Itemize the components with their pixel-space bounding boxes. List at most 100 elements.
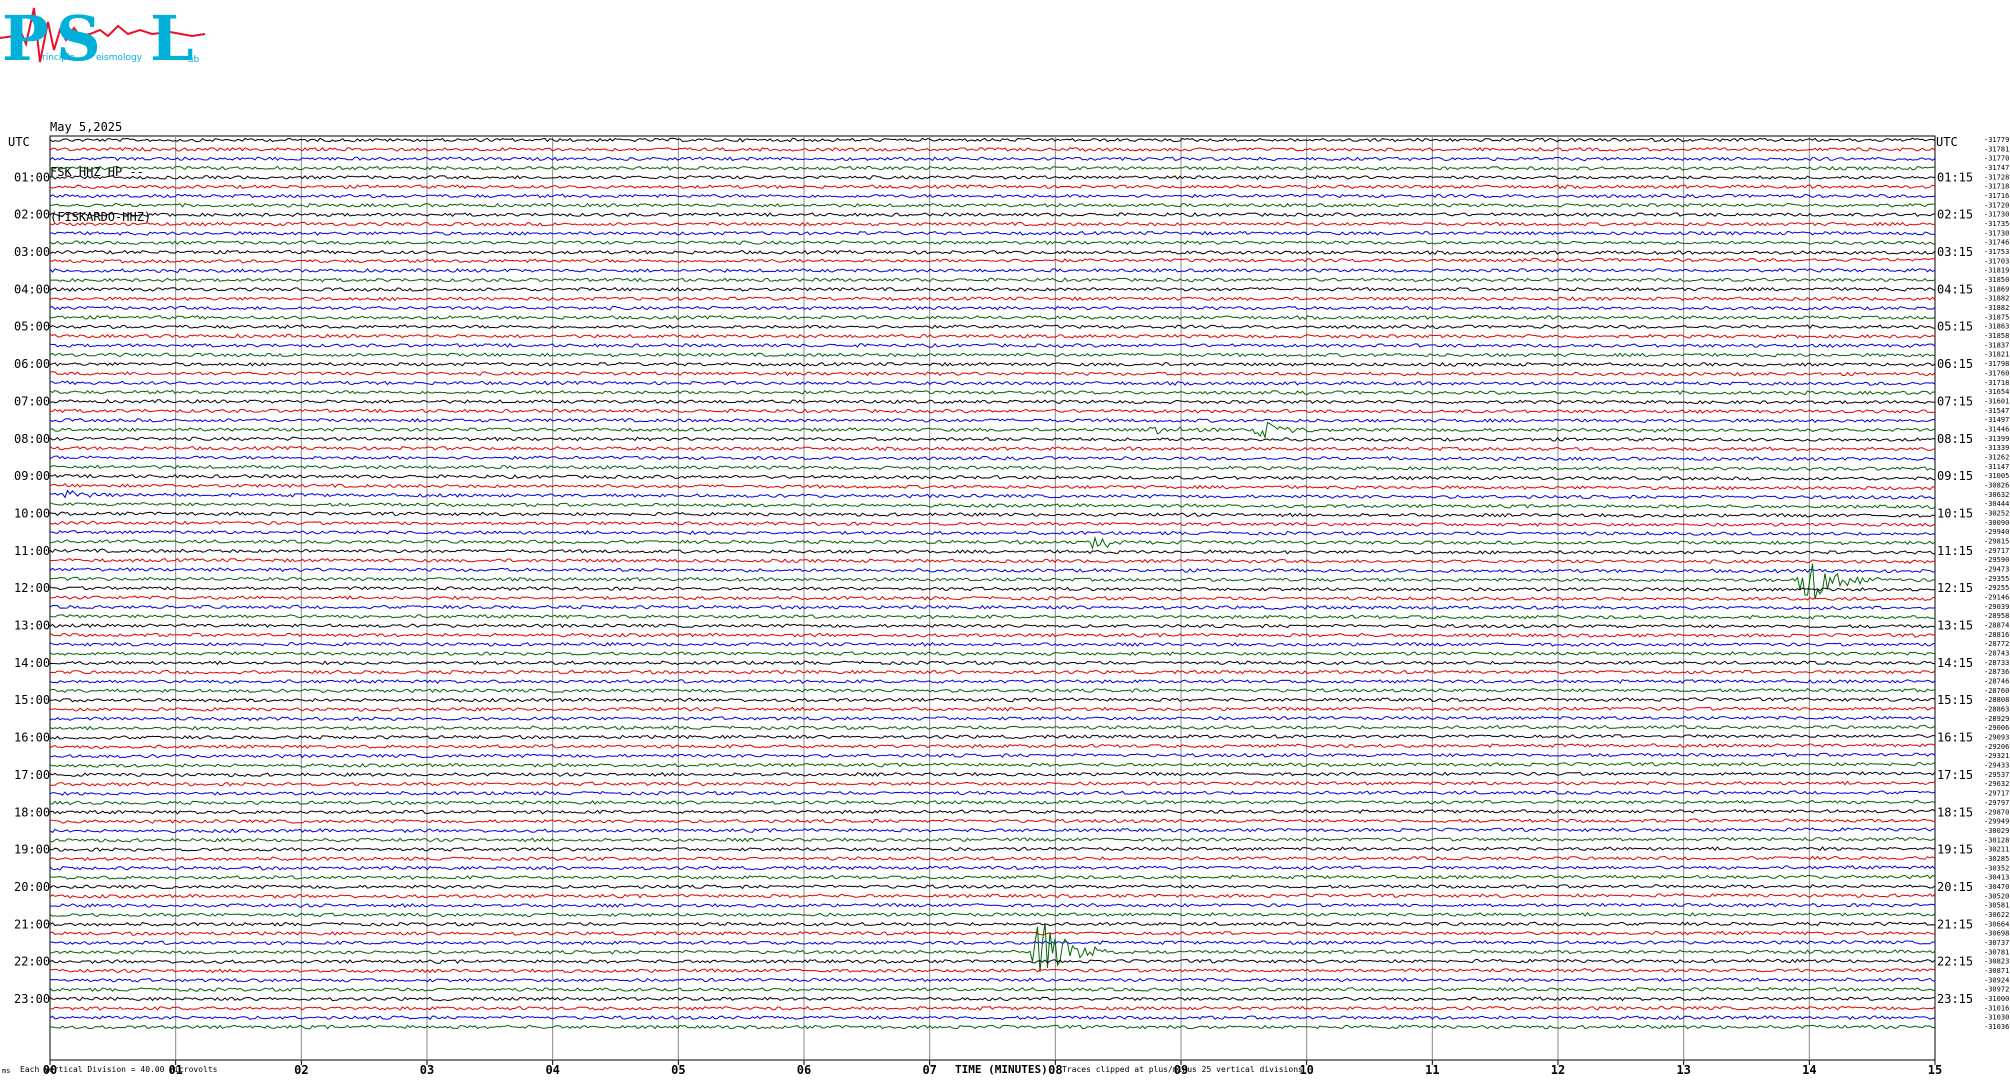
right-hour-label: 07:15 xyxy=(1937,394,1973,408)
x-axis-tick-label: 02 xyxy=(294,1063,308,1077)
seismogram-trace xyxy=(49,193,1936,199)
seismogram-trace xyxy=(49,706,1936,712)
trace-offset-value: -30826 xyxy=(1984,481,2009,489)
trace-offset-value: -30924 xyxy=(1984,976,2009,984)
x-axis-tick-label: 14 xyxy=(1802,1063,1816,1077)
seismogram-trace xyxy=(49,771,1936,778)
trace-offset-value: -31837 xyxy=(1984,341,2009,349)
right-hour-label: 11:15 xyxy=(1937,544,1973,558)
trace-offset-value: -31819 xyxy=(1984,267,2009,275)
seismogram-trace xyxy=(49,548,1936,555)
seismogram-trace xyxy=(49,296,1936,302)
seismogram-trace xyxy=(49,761,1936,768)
seismogram-trace xyxy=(49,398,1936,405)
seismogram-trace xyxy=(49,790,1936,796)
trace-offset-value: -30632 xyxy=(1984,491,2009,499)
trace-offset-value: -29632 xyxy=(1984,780,2009,788)
seismogram-trace xyxy=(49,202,1936,208)
right-hour-label: 01:15 xyxy=(1937,170,1973,184)
seismogram-trace xyxy=(49,586,1936,592)
seismogram-trace xyxy=(49,818,1935,824)
trace-offset-value: -31753 xyxy=(1984,248,2009,256)
trace-offset-value: -28863 xyxy=(1984,706,2009,714)
trace-offset-value: -29537 xyxy=(1984,771,2009,779)
left-hour-label: 11:00 xyxy=(14,544,50,558)
trace-offset-value: -28733 xyxy=(1984,659,2009,667)
left-hour-label: 16:00 xyxy=(14,731,50,745)
trace-offset-value: -31718 xyxy=(1984,183,2009,191)
x-axis-tick-label: 13 xyxy=(1676,1063,1690,1077)
trace-offset-value: -31875 xyxy=(1984,313,2009,321)
seismogram-trace xyxy=(49,623,1936,629)
vertical-division-note: Each Vertical Division = 40.00 microvolt… xyxy=(20,1065,218,1074)
left-hour-label: 08:00 xyxy=(14,432,50,446)
seismogram-trace xyxy=(49,902,1936,908)
trace-offset-value: -30972 xyxy=(1984,986,2009,994)
seismogram-trace xyxy=(49,1015,1936,1021)
seismogram-trace xyxy=(49,1024,1936,1030)
trace-offset-value: -30285 xyxy=(1984,855,2009,863)
seismogram-trace xyxy=(49,535,1936,550)
seismogram-trace xyxy=(49,752,1936,759)
seismogram-trace xyxy=(49,660,1936,666)
left-hour-label: 21:00 xyxy=(14,917,50,931)
seismogram-trace xyxy=(49,464,1936,471)
trace-offset-value: -31850 xyxy=(1984,276,2009,284)
seismogram-trace xyxy=(49,483,1936,491)
trace-offset-value: -28958 xyxy=(1984,612,2009,620)
x-axis-tick-label: 05 xyxy=(671,1063,685,1077)
seismogram-trace xyxy=(49,921,1936,927)
trace-offset-value: -31339 xyxy=(1984,444,2009,452)
right-hour-label: 03:15 xyxy=(1937,245,1973,259)
footer-prefix: ms xyxy=(2,1067,10,1075)
seismogram-trace xyxy=(49,780,1936,787)
left-hour-label: 02:00 xyxy=(14,208,50,222)
trace-offset-value: -30781 xyxy=(1984,948,2009,956)
trace-offset-value: -31781 xyxy=(1984,145,2009,153)
right-hour-label: 23:15 xyxy=(1937,992,1973,1006)
seismogram-trace xyxy=(49,968,1936,974)
trace-offset-value: -29093 xyxy=(1984,734,2009,742)
trace-offset-value: -31030 xyxy=(1984,1014,2009,1022)
trace-offset-value: -29255 xyxy=(1984,584,2009,592)
trace-offset-value: -30444 xyxy=(1984,500,2009,508)
seismogram-trace xyxy=(49,940,1936,946)
trace-offset-value: -30823 xyxy=(1984,958,2009,966)
trace-offset-value: -31446 xyxy=(1984,425,2009,433)
right-hour-label: 14:15 xyxy=(1937,656,1973,670)
trace-offset-value: -31770 xyxy=(1984,155,2009,163)
trace-offset-value: -29355 xyxy=(1984,575,2009,583)
trace-offset-value: -29433 xyxy=(1984,762,2009,770)
trace-offset-value: -31747 xyxy=(1984,164,2009,172)
trace-offset-value: -31147 xyxy=(1984,463,2009,471)
helicorder-plot: UTC 01:00 02:00 03:00 04:00 05:00 06:00 07:00 08… xyxy=(2,135,2009,1077)
seismogram-trace xyxy=(49,445,1936,452)
trace-offset-value: -29949 xyxy=(1984,818,2009,826)
seismogram-trace xyxy=(49,305,1936,311)
seismogram-trace xyxy=(49,977,1936,983)
seismogram-trace xyxy=(49,489,1936,500)
left-hour-label: 13:00 xyxy=(14,619,50,633)
seismogram-trace xyxy=(49,529,1936,537)
seismogram-trace xyxy=(49,1005,1936,1011)
trace-offset-value: -29940 xyxy=(1984,528,2009,536)
left-axis-title: UTC xyxy=(8,135,30,149)
seismogram-trace xyxy=(49,734,1936,740)
seismogram-trace xyxy=(49,175,1936,180)
trace-offset-value: -30128 xyxy=(1984,836,2009,844)
left-hour-label: 23:00 xyxy=(14,992,50,1006)
trace-offset-value: -31728 xyxy=(1984,173,2009,181)
left-hour-label: 03:00 xyxy=(14,245,50,259)
trace-offset-value: -29717 xyxy=(1984,547,2009,555)
trace-offset-value: -29473 xyxy=(1984,565,2009,573)
seismogram-trace xyxy=(49,865,1936,871)
seismogram-trace xyxy=(49,389,1936,396)
trace-offset-value: -31036 xyxy=(1984,1023,2009,1031)
trace-offset-value: -31262 xyxy=(1984,453,2009,461)
trace-offset-value: -31654 xyxy=(1984,388,2009,396)
seismogram-trace xyxy=(49,614,1936,620)
seismogram-trace xyxy=(49,249,1936,256)
right-hour-label: 13:15 xyxy=(1937,619,1973,633)
trace-offset-value: -28772 xyxy=(1984,640,2009,648)
right-hour-label: 17:15 xyxy=(1937,768,1973,782)
